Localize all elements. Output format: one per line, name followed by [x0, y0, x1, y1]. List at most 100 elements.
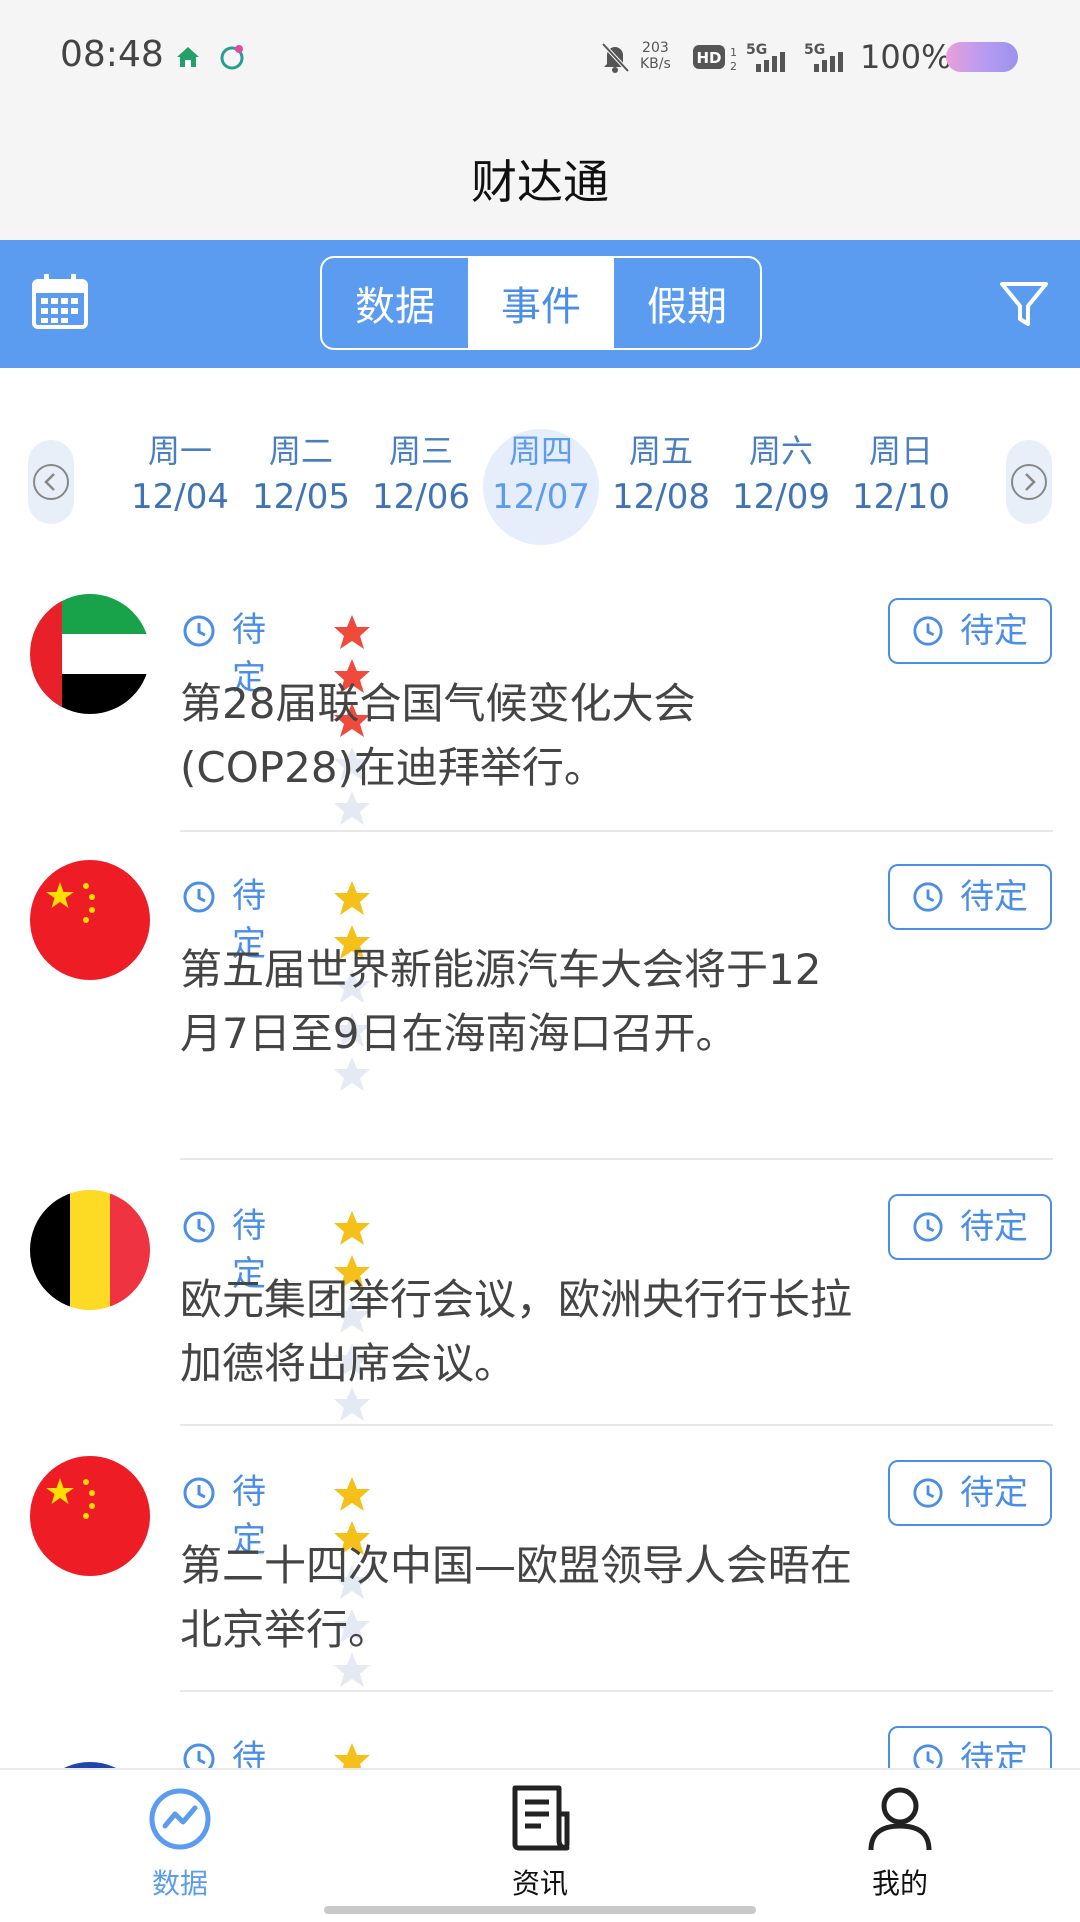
clock-icon: [183, 615, 215, 647]
calendar-icon[interactable]: [30, 271, 90, 331]
day-date: 12/09: [732, 477, 830, 517]
hd-icon: HD 1 2: [693, 45, 737, 72]
day-fri[interactable]: 周五 12/08: [601, 428, 721, 538]
clock-icon: [183, 1477, 215, 1509]
mute-bell-icon: [601, 42, 630, 73]
divider: [180, 1424, 1053, 1426]
tab-data[interactable]: 数据: [322, 258, 468, 348]
clock-icon: [183, 1743, 215, 1768]
pending-button[interactable]: 待定: [888, 1194, 1052, 1260]
day-weekday: 周日: [868, 432, 933, 470]
day-weekday: 周三: [388, 432, 453, 470]
home-indicator[interactable]: [324, 1906, 756, 1914]
star-icon: [334, 615, 370, 649]
day-sat[interactable]: 周六 12/09: [721, 428, 841, 538]
clock-icon: [183, 881, 215, 913]
network-speed-value: 203: [642, 40, 669, 56]
svg-text:1: 1: [730, 46, 737, 59]
user-icon: [868, 1787, 932, 1851]
day-date: 12/07: [492, 477, 590, 517]
event-title: 欧元集团举行会议，欧洲央行行长拉加德将出席会议。: [180, 1275, 853, 1388]
home-app-icon: [177, 47, 199, 67]
event-status: 待定: [232, 1738, 266, 1768]
star-icon: [334, 881, 370, 915]
tab-holidays[interactable]: 假期: [614, 258, 760, 348]
next-week-button[interactable]: [1006, 440, 1052, 524]
day-sun[interactable]: 周日 12/10: [841, 428, 961, 538]
event-item[interactable]: 待定 第二十四次中国—欧盟领导人会晤在北京举行。 待定: [0, 1456, 1080, 1696]
svg-text:5G: 5G: [804, 42, 825, 58]
day-weekday: 周六: [748, 432, 813, 470]
importance-stars: [332, 878, 374, 1091]
chevron-right-icon: [1011, 464, 1047, 500]
pending-button-label: 待定: [960, 877, 1028, 917]
day-wed[interactable]: 周三 12/06: [361, 428, 481, 538]
status-bar: 08:48 203 KB/s HD 1 2 5G 5G 100%: [0, 0, 1080, 112]
day-date: 12/04: [131, 477, 229, 517]
day-tue[interactable]: 周二 12/05: [241, 428, 361, 538]
battery-percent: 100%: [860, 38, 952, 76]
pending-button-label: 待定: [960, 1473, 1028, 1513]
nav-me[interactable]: 我的: [800, 1784, 1000, 1904]
document-icon: [512, 1785, 570, 1851]
nav-data-label: 数据: [151, 1867, 208, 1900]
event-title: 第二十四次中国—欧盟领导人会晤在北京举行。: [180, 1541, 853, 1654]
clock-icon: [913, 1744, 943, 1768]
day-date: 12/10: [852, 477, 950, 517]
day-weekday: 周四: [508, 432, 573, 470]
day-date: 12/05: [252, 477, 350, 517]
divider: [180, 830, 1053, 832]
event-title: 第五届世界新能源汽车大会将于12月7日至9日在海南海口召开。: [180, 945, 822, 1058]
toolbar: 数据 事件 假期: [0, 240, 1080, 368]
day-mon[interactable]: 周一 12/04: [120, 428, 240, 538]
day-weekday: 周五: [628, 432, 693, 470]
china-flag: [30, 1456, 150, 1576]
importance-stars: [332, 1208, 374, 1421]
pending-button-label: 待定: [960, 1739, 1028, 1768]
importance-stars: [332, 1474, 374, 1687]
hd-label: HD: [696, 49, 721, 67]
pending-button-label: 待定: [960, 1207, 1028, 1247]
chevron-left-icon: [33, 464, 69, 500]
chart-line-icon: [149, 1788, 211, 1850]
divider: [180, 1690, 1053, 1692]
star-icon: [334, 1211, 370, 1245]
event-item[interactable]: 待定 第五届世界新能源汽车大会将于12月7日至9日在海南海口召开。 待定: [0, 860, 1080, 1160]
clock-icon: [913, 1478, 943, 1508]
nav-news[interactable]: 资讯: [440, 1784, 640, 1904]
day-thu[interactable]: 周四 12/07: [481, 428, 601, 538]
status-time: 08:48: [60, 34, 164, 75]
day-date: 12/06: [372, 477, 470, 517]
svg-text:5G: 5G: [746, 42, 767, 58]
nav-data[interactable]: 数据: [80, 1784, 280, 1904]
signal-5g-icon-2: 5G: [804, 42, 843, 72]
divider: [180, 1158, 1053, 1160]
star-icon: [334, 1477, 370, 1511]
tab-events[interactable]: 事件: [468, 258, 614, 348]
day-date: 12/08: [612, 477, 710, 517]
china-flag: [30, 860, 150, 980]
svg-text:2: 2: [730, 60, 737, 72]
filter-icon[interactable]: [996, 276, 1052, 332]
nav-me-label: 我的: [871, 1867, 928, 1900]
signal-5g-icon-1: 5G: [746, 42, 785, 72]
pending-button-label: 待定: [960, 611, 1028, 651]
pending-button[interactable]: 待定: [888, 598, 1052, 664]
uae-flag: [30, 594, 150, 714]
pending-button[interactable]: 待定: [888, 1726, 1052, 1768]
prev-week-button[interactable]: [28, 440, 74, 524]
week-selector: 周一 12/04 周二 12/05 周三 12/06 周四 12/07 周五 1…: [0, 368, 1080, 548]
event-title: 第28届联合国气候变化大会(COP28)在迪拜举行。: [180, 679, 696, 792]
event-item[interactable]: 待定 第28届联合国气候变化大会(COP28)在迪拜举行。 待定: [0, 594, 1080, 834]
battery-icon: [946, 42, 1018, 72]
clock-icon: [183, 1211, 215, 1243]
pending-button[interactable]: 待定: [888, 1460, 1052, 1526]
belgium-flag: [30, 1190, 150, 1310]
importance-stars: [332, 612, 374, 825]
event-item[interactable]: 待定 待定: [0, 1722, 1080, 1768]
event-item[interactable]: 待定 欧元集团举行会议，欧洲央行行长拉加德将出席会议。 待定: [0, 1190, 1080, 1430]
app-title: 财达通: [471, 155, 609, 209]
view-segmented-control: 数据 事件 假期: [320, 256, 762, 350]
network-speed-unit: KB/s: [640, 56, 671, 72]
pending-button[interactable]: 待定: [888, 864, 1052, 930]
